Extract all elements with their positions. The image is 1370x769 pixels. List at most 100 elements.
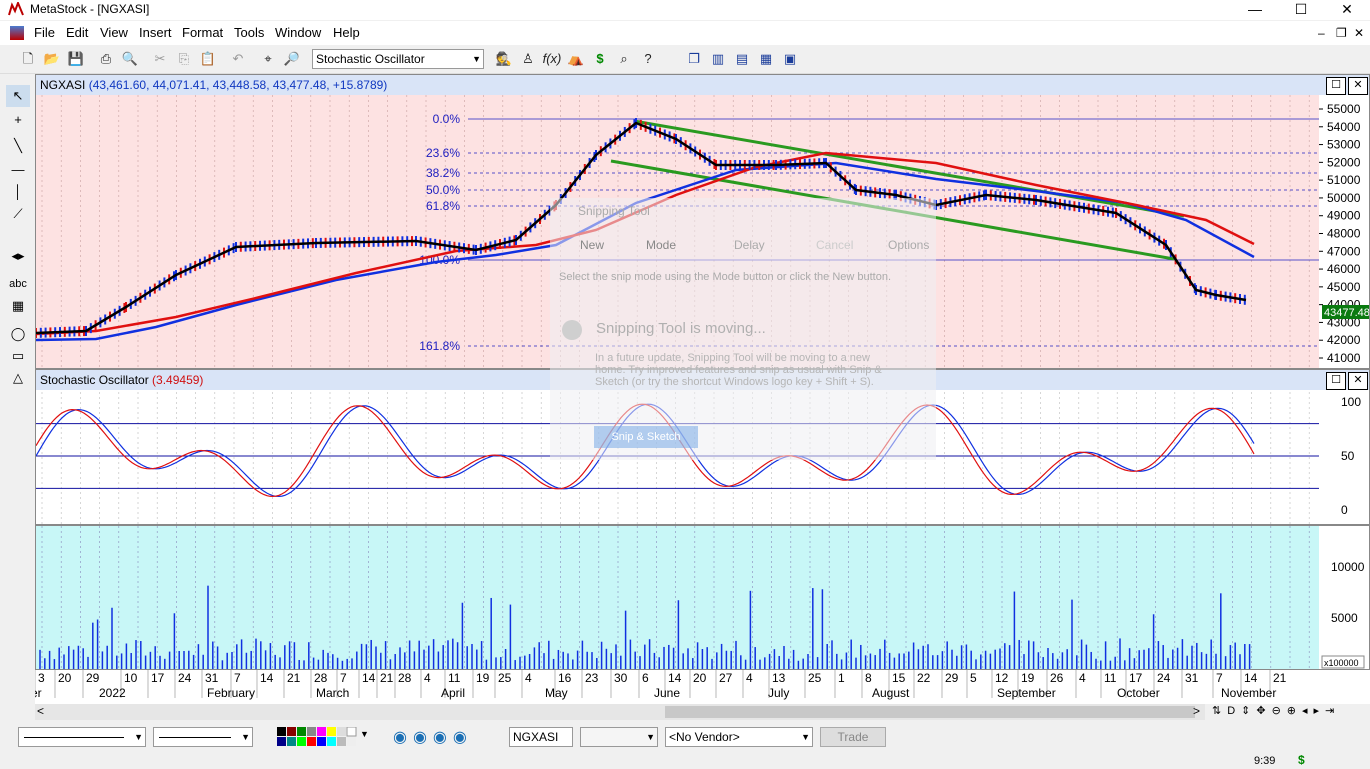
- symbol-field[interactable]: NGXASI: [509, 727, 573, 747]
- last-price-label: 43477.48: [1324, 307, 1369, 319]
- stoch-close-icon[interactable]: ✕: [1348, 372, 1368, 390]
- snip-logo-icon: [562, 320, 582, 340]
- snip-mode-button[interactable]: Mode: [646, 238, 676, 252]
- help-pointer-icon[interactable]: ?: [638, 49, 658, 69]
- line-weight-select[interactable]: ▼: [153, 727, 253, 747]
- date-day-label: 23: [585, 671, 599, 685]
- menu-file[interactable]: File: [34, 25, 55, 40]
- arrange-icons-icon[interactable]: ▣: [780, 49, 800, 69]
- cut-icon[interactable]: ✂: [150, 49, 170, 69]
- print-preview-icon[interactable]: 🔍: [120, 49, 140, 69]
- copy-icon[interactable]: ⎘: [174, 49, 194, 69]
- panel-maximize-icon[interactable]: ☐: [1326, 77, 1346, 95]
- menu-window[interactable]: Window: [275, 25, 321, 40]
- snip-new-button[interactable]: New: [580, 238, 604, 252]
- triangle-icon[interactable]: △: [6, 367, 30, 389]
- undo-icon[interactable]: ↶: [228, 49, 248, 69]
- chart-nav-buttons[interactable]: ⇅D⇕✥⊖⊕◂▸⇥: [1212, 704, 1370, 720]
- stoch-tick-label: 50: [1341, 449, 1355, 463]
- tile-vertical-icon[interactable]: ▥: [708, 49, 728, 69]
- zoom-icon[interactable]: 🔎: [282, 49, 302, 69]
- browser-icons[interactable]: ◉◉◉◉: [393, 727, 483, 747]
- date-day-label: 24: [1157, 671, 1171, 685]
- fan-lines-icon[interactable]: ⟋: [6, 203, 30, 225]
- stoch-maximize-icon[interactable]: ☐: [1326, 372, 1346, 390]
- dollar-icon[interactable]: $: [590, 49, 610, 69]
- palette-dropdown-icon[interactable]: ▼: [360, 729, 369, 739]
- snip-options-button[interactable]: Options: [888, 238, 929, 252]
- menu-tools[interactable]: Tools: [234, 25, 264, 40]
- system-tester-icon[interactable]: ⛺: [566, 49, 586, 69]
- date-day-label: 4: [525, 671, 532, 685]
- color-palette[interactable]: [277, 727, 357, 747]
- snip-cancel-button[interactable]: Cancel: [816, 238, 853, 252]
- volume-chart[interactable]: 10000 5000 x100000: [36, 526, 1369, 669]
- date-month-label: February: [207, 686, 255, 700]
- rectangle-icon[interactable]: ▭: [6, 345, 30, 367]
- menu-format[interactable]: Format: [182, 25, 223, 40]
- line-style-select[interactable]: ▼: [18, 727, 146, 747]
- date-month-label: July: [768, 686, 789, 700]
- date-day-label: 16: [558, 671, 572, 685]
- crosshair-icon[interactable]: ⌖: [258, 49, 278, 69]
- tile-grid-icon[interactable]: ▦: [756, 49, 776, 69]
- price-header-values: (43,461.60, 44,071.41, 43,448.58, 43,477…: [88, 78, 388, 92]
- scroll-right-icon[interactable]: >: [1193, 704, 1200, 718]
- trade-button[interactable]: Trade: [820, 727, 886, 747]
- doc-restore-icon[interactable]: ❐: [1336, 26, 1347, 40]
- trendline-icon[interactable]: ╲: [6, 135, 30, 157]
- date-day-label: 28: [398, 671, 412, 685]
- price-tick-label: 49000: [1327, 209, 1361, 223]
- date-day-label: 11: [1104, 671, 1117, 685]
- formula-icon[interactable]: f(x): [542, 49, 562, 69]
- scroll-left-icon[interactable]: <: [37, 704, 44, 718]
- crosshair-tool-icon[interactable]: +: [6, 109, 30, 131]
- cascade-windows-icon[interactable]: ❐: [684, 49, 704, 69]
- ellipse-icon[interactable]: ◯: [6, 323, 30, 345]
- tile-horizontal-icon[interactable]: ▤: [732, 49, 752, 69]
- open-folder-icon[interactable]: 📂: [42, 49, 62, 69]
- vertical-line-icon[interactable]: │: [6, 181, 30, 203]
- text-tool-icon[interactable]: abc: [6, 273, 30, 295]
- blank-select[interactable]: ▼: [580, 727, 658, 747]
- trade-label: Trade: [837, 730, 869, 744]
- snip-title: Snipping Tool: [578, 204, 650, 218]
- expert-advisor-icon[interactable]: 🕵: [494, 49, 514, 69]
- scroll-icon[interactable]: ◂▸: [6, 245, 30, 267]
- date-month-label: August: [872, 686, 910, 700]
- volume-scale-label: x100000: [1324, 658, 1359, 668]
- menu-help[interactable]: Help: [333, 25, 360, 40]
- doc-close-icon[interactable]: ✕: [1354, 26, 1364, 40]
- date-day-label: 19: [476, 671, 490, 685]
- horizontal-line-icon[interactable]: —: [6, 159, 30, 181]
- close-button[interactable]: ✕: [1324, 0, 1370, 20]
- save-icon[interactable]: 💾: [66, 49, 86, 69]
- horizontal-scrollbar[interactable]: < >: [35, 704, 1205, 720]
- vendor-value: <No Vendor>: [669, 730, 740, 744]
- print-icon[interactable]: ⎙: [96, 49, 116, 69]
- binoculars-icon[interactable]: ⌕: [614, 49, 634, 69]
- date-day-label: 4: [424, 671, 431, 685]
- price-tick-label: 52000: [1327, 155, 1361, 169]
- price-tick-label: 46000: [1327, 262, 1361, 276]
- doc-minimize-icon[interactable]: –: [1318, 26, 1325, 40]
- date-day-label: 1: [838, 671, 845, 685]
- indicator-select[interactable]: Stochastic Oscillator ▼: [312, 49, 484, 69]
- menu-view[interactable]: View: [100, 25, 128, 40]
- maximize-button[interactable]: ☐: [1278, 0, 1324, 20]
- menu-insert[interactable]: Insert: [139, 25, 172, 40]
- snipping-tool-window[interactable]: Snipping Tool New Mode Delay Cancel Opti…: [550, 198, 936, 460]
- snip-sketch-button[interactable]: Snip & Sketch: [594, 426, 698, 448]
- minimize-button[interactable]: —: [1232, 0, 1278, 20]
- paste-icon[interactable]: 📋: [198, 49, 218, 69]
- snip-delay-button[interactable]: Delay: [734, 238, 765, 252]
- grid-tool-icon[interactable]: ▦: [6, 295, 30, 317]
- menu-edit[interactable]: Edit: [66, 25, 88, 40]
- pointer-icon[interactable]: ↖: [6, 85, 30, 107]
- scrollbar-thumb[interactable]: [665, 706, 1195, 718]
- panel-close-icon[interactable]: ✕: [1348, 77, 1368, 95]
- new-file-icon[interactable]: 🗋: [18, 49, 38, 69]
- vendor-select[interactable]: <No Vendor> ▼: [665, 727, 813, 747]
- explorer-icon[interactable]: ♙: [518, 49, 538, 69]
- date-day-label: 14: [1244, 671, 1258, 685]
